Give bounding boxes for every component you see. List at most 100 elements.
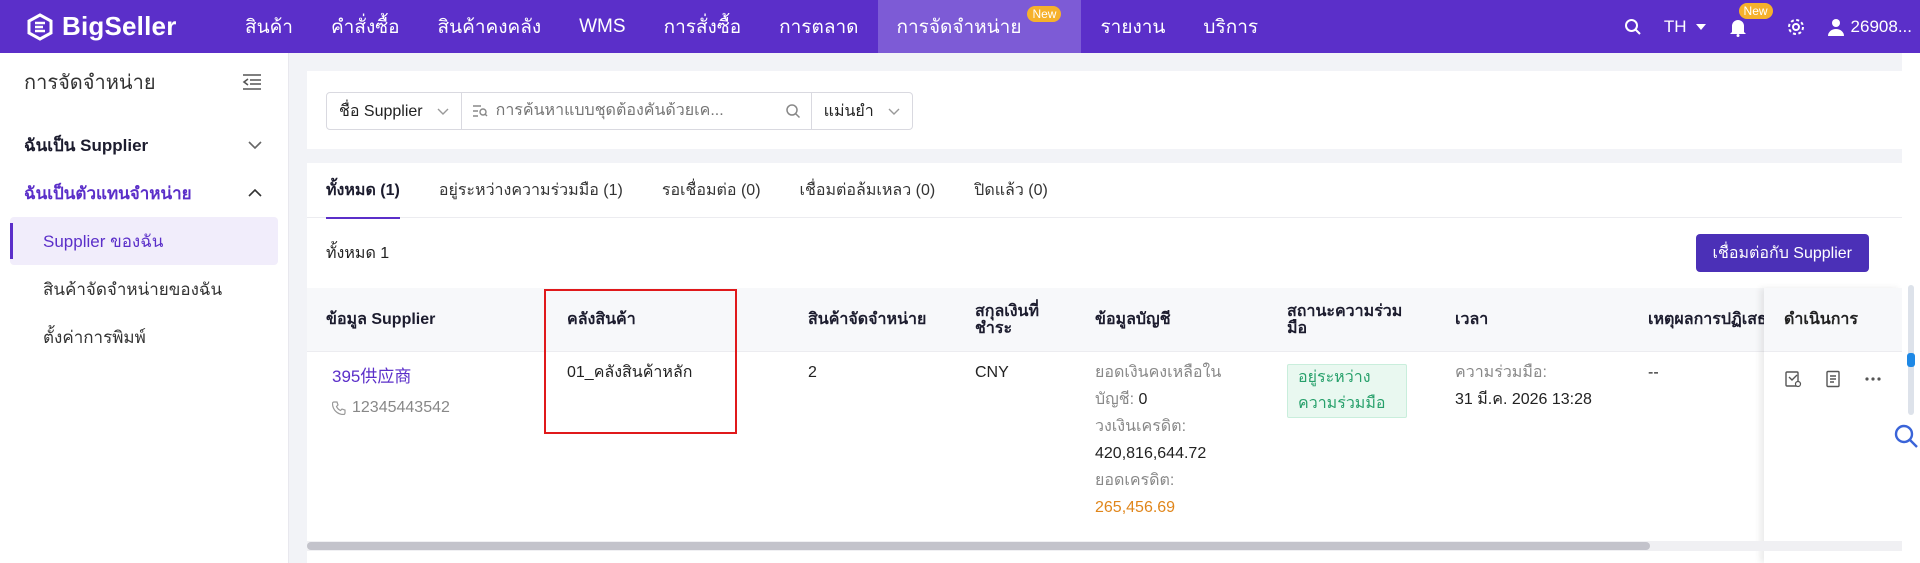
tab-failed[interactable]: เชื่อมต่อล้มเหลว (0) bbox=[800, 163, 936, 218]
search-icon[interactable] bbox=[785, 103, 801, 119]
credit-limit-value: 420,816,644.72 bbox=[1095, 445, 1207, 462]
search-input[interactable] bbox=[495, 102, 785, 120]
document-icon[interactable] bbox=[1824, 370, 1842, 388]
nav-reports[interactable]: รายงาน bbox=[1081, 0, 1184, 53]
credit-balance-label: ยอดเครดิต: bbox=[1095, 472, 1175, 489]
filter-panel: ชื่อ Supplier แม่นยำ bbox=[307, 71, 1902, 149]
th-products: สินค้าจัดจำหน่าย bbox=[808, 311, 927, 328]
supplier-phone: 12345443542 bbox=[332, 394, 450, 421]
main-nav: สินค้า คำสั่งซื้อ สินค้าคงคลัง WMS การสั… bbox=[226, 0, 1277, 53]
th-actions: ดำเนินการ bbox=[1764, 288, 1902, 352]
chevron-down-icon bbox=[888, 108, 900, 115]
balance-value: 0 bbox=[1138, 391, 1148, 408]
balance-label-2: บัญชี: bbox=[1095, 391, 1135, 408]
nav-label: บริการ bbox=[1203, 16, 1259, 38]
nav-label: การตลาด bbox=[779, 16, 859, 38]
global-search-button[interactable] bbox=[1624, 18, 1642, 36]
nav-marketing[interactable]: การตลาด bbox=[760, 0, 877, 53]
nav-inventory[interactable]: สินค้าคงคลัง bbox=[419, 0, 561, 53]
status-line1: อยู่ระหว่าง bbox=[1298, 369, 1371, 386]
time-value: 31 มี.ค. 2026 13:28 bbox=[1455, 391, 1592, 408]
edit-settings-icon[interactable] bbox=[1784, 370, 1802, 388]
time-label: ความร่วมมือ: bbox=[1455, 364, 1547, 381]
status-tabs: ทั้งหมด (1) อยู่ระหว่างความร่วมมือ (1) ร… bbox=[307, 163, 1902, 219]
sidebar-item-my-distribution-products[interactable]: สินค้าจัดจำหน่ายของฉัน bbox=[10, 265, 278, 313]
floating-indicator[interactable] bbox=[1907, 353, 1915, 367]
nav-wms[interactable]: WMS bbox=[560, 0, 644, 53]
connect-supplier-button[interactable]: เชื่อมต่อกับ Supplier bbox=[1695, 234, 1869, 272]
nav-services[interactable]: บริการ bbox=[1184, 0, 1277, 53]
th-status-line1: สถานะความร่วม bbox=[1287, 302, 1403, 320]
nav-purchase[interactable]: การสั่งซื้อ bbox=[645, 0, 761, 53]
sidebar-item-label: สินค้าจัดจำหน่ายของฉัน bbox=[43, 279, 223, 299]
batch-search-icon[interactable] bbox=[472, 104, 488, 118]
row-actions bbox=[1764, 370, 1902, 388]
match-mode-select[interactable]: แม่นยำ bbox=[811, 92, 913, 130]
account-cell: ยอดเงินคงเหลือใน บัญชี: 0 วงเงินเครดิต: … bbox=[1095, 359, 1221, 521]
vertical-scrollbar[interactable] bbox=[1908, 285, 1914, 415]
balance-label: ยอดเงินคงเหลือใน bbox=[1095, 364, 1222, 381]
sidebar-item-label: ตั้งค่าการพิมพ์ bbox=[43, 327, 146, 347]
right-rail bbox=[1902, 53, 1920, 563]
tab-label: ทั้งหมด (1) bbox=[326, 182, 400, 199]
settings-button[interactable] bbox=[1787, 18, 1805, 36]
th-account: ข้อมูลบัญชี bbox=[1095, 311, 1171, 328]
tab-closed[interactable]: ปิดแล้ว (0) bbox=[974, 163, 1048, 218]
top-right-tools: TH New 26908... bbox=[1624, 0, 1920, 53]
gear-icon bbox=[1787, 18, 1804, 35]
list-summary: ทั้งหมด 1 เชื่อมต่อกับ Supplier bbox=[307, 218, 1902, 288]
filter-row: ชื่อ Supplier แม่นยำ bbox=[326, 92, 913, 130]
horizontal-scrollbar[interactable] bbox=[307, 541, 1902, 551]
credit-balance-value: 265,456.69 bbox=[1095, 499, 1176, 516]
sidebar-group-supplier[interactable]: ฉันเป็น Supplier bbox=[0, 121, 288, 169]
floating-search-icon[interactable] bbox=[1893, 423, 1919, 449]
th-currency: สกุลเงินที่ ชำระ bbox=[975, 303, 1039, 337]
th-time: เวลา bbox=[1455, 311, 1489, 328]
chevron-down-icon bbox=[437, 108, 449, 115]
nav-label: สินค้าคงคลัง bbox=[437, 16, 542, 38]
tab-cooperating[interactable]: อยู่ระหว่างความร่วมมือ (1) bbox=[439, 163, 623, 218]
bigseller-logo-icon bbox=[27, 12, 53, 41]
sidebar-group-distributor[interactable]: ฉันเป็นตัวแทนจำหน่าย bbox=[0, 169, 288, 217]
nav-label: การสั่งซื้อ bbox=[663, 16, 742, 38]
phone-icon bbox=[332, 400, 346, 415]
sidebar-title: การจัดจำหน่าย bbox=[24, 72, 156, 94]
supplier-name-link[interactable]: 395供应商 bbox=[332, 363, 450, 390]
nav-distribution[interactable]: การจัดจำหน่าย New bbox=[877, 0, 1082, 53]
sidebar: การจัดจำหน่าย ฉันเป็น Supplier ฉันเป็นตั… bbox=[0, 53, 289, 563]
actions-column: ดำเนินการ bbox=[1764, 288, 1902, 563]
currency-cell: CNY bbox=[975, 364, 1009, 381]
match-mode-label: แม่นยำ bbox=[823, 102, 874, 120]
time-cell: ความร่วมมือ: 31 มี.ค. 2026 13:28 bbox=[1455, 359, 1592, 413]
status-line2: ความร่วมมือ bbox=[1298, 395, 1386, 412]
nav-label: WMS bbox=[579, 15, 626, 37]
nav-products[interactable]: สินค้า bbox=[226, 0, 312, 53]
tab-label: รอเชื่อมต่อ (0) bbox=[661, 182, 761, 199]
search-box bbox=[461, 92, 812, 130]
top-navbar: BigSeller สินค้า คำสั่งซื้อ สินค้าคงคลัง… bbox=[0, 0, 1920, 53]
language-label: TH bbox=[1663, 16, 1687, 36]
nav-label: รายงาน bbox=[1100, 16, 1166, 38]
horizontal-scrollbar-thumb[interactable] bbox=[307, 542, 1650, 550]
status-cell: อยู่ระหว่าง ความร่วมมือ bbox=[1287, 364, 1407, 418]
supplier-cell: 395供应商 12345443542 bbox=[332, 363, 450, 421]
nav-orders[interactable]: คำสั่งซื้อ bbox=[312, 0, 419, 53]
products-cell: 2 bbox=[808, 364, 817, 381]
reject-reason-cell: -- bbox=[1648, 364, 1659, 381]
notification-button[interactable]: New bbox=[1729, 2, 1773, 37]
sidebar-item-print-settings[interactable]: ตั้งค่าการพิมพ์ bbox=[10, 313, 278, 361]
sidebar-item-my-suppliers[interactable]: Supplier ของฉัน bbox=[10, 217, 278, 265]
tab-all[interactable]: ทั้งหมด (1) bbox=[326, 163, 400, 219]
new-badge: New bbox=[1027, 6, 1062, 22]
language-select[interactable]: TH bbox=[1664, 17, 1707, 37]
th-currency-line2: ชำระ bbox=[975, 319, 1013, 337]
nav-label: คำสั่งซื้อ bbox=[330, 16, 400, 38]
status-badge: อยู่ระหว่าง ความร่วมมือ bbox=[1287, 364, 1407, 418]
th-currency-line1: สกุลเงินที่ bbox=[975, 302, 1040, 320]
logo[interactable]: BigSeller bbox=[0, 11, 226, 42]
more-icon[interactable] bbox=[1864, 370, 1882, 388]
user-menu[interactable]: 26908... bbox=[1827, 17, 1912, 37]
collapse-sidebar-icon[interactable] bbox=[242, 74, 262, 90]
search-field-select[interactable]: ชื่อ Supplier bbox=[326, 92, 462, 130]
tab-pending[interactable]: รอเชื่อมต่อ (0) bbox=[662, 163, 761, 218]
